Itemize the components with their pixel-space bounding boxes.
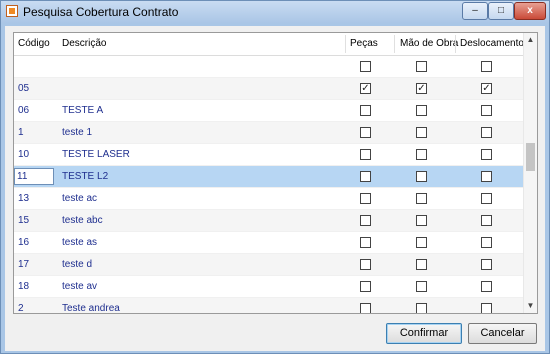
deslocamento-checkbox[interactable] — [481, 127, 492, 138]
cell-descricao: TESTE LASER — [62, 149, 130, 160]
deslocamento-checkbox[interactable] — [481, 171, 492, 182]
pecas-checkbox[interactable] — [360, 237, 371, 248]
cell-descricao: teste av — [62, 281, 98, 292]
pecas-checkbox[interactable] — [360, 61, 371, 72]
column-separator[interactable] — [345, 35, 346, 53]
deslocamento-checkbox[interactable] — [481, 193, 492, 204]
coverage-grid[interactable]: Código Descrição Peças Mão de Obra Deslo… — [13, 32, 538, 314]
dialog-client-area: Código Descrição Peças Mão de Obra Deslo… — [5, 26, 545, 351]
cell-codigo: 16 — [18, 237, 30, 248]
mao-de-obra-checkbox[interactable] — [416, 193, 427, 204]
mao-de-obra-checkbox[interactable]: ✓ — [416, 83, 427, 94]
cell-descricao: TESTE L2 — [62, 171, 109, 182]
table-row[interactable]: 2 Teste andrea — [14, 298, 524, 314]
scrollbar-thumb[interactable] — [526, 143, 535, 171]
table-row[interactable]: 05 ✓ ✓ ✓ — [14, 78, 524, 100]
column-header-descricao[interactable]: Descrição — [62, 38, 106, 49]
table-row[interactable]: 06 TESTE A — [14, 100, 524, 122]
table-row[interactable]: 16 teste as — [14, 232, 524, 254]
column-header-mao-de-obra[interactable]: Mão de Obra — [400, 38, 458, 49]
cell-codigo: 06 — [18, 105, 30, 116]
cell-codigo: 05 — [18, 83, 30, 94]
pecas-checkbox[interactable] — [360, 281, 371, 292]
pecas-checkbox[interactable] — [360, 259, 371, 270]
mao-de-obra-checkbox[interactable] — [416, 127, 427, 138]
deslocamento-checkbox[interactable] — [481, 237, 492, 248]
mao-de-obra-checkbox[interactable] — [416, 105, 427, 116]
table-row[interactable]: 1 teste 1 — [14, 122, 524, 144]
cell-codigo: 13 — [18, 193, 30, 204]
pecas-checkbox[interactable] — [360, 105, 371, 116]
scroll-down-icon[interactable]: ▼ — [524, 299, 537, 313]
vertical-scrollbar[interactable]: ▲ ▼ — [523, 33, 537, 313]
column-separator[interactable] — [455, 35, 456, 53]
cell-codigo: 1 — [18, 127, 24, 138]
deslocamento-checkbox[interactable] — [481, 105, 492, 116]
cell-codigo: 10 — [18, 149, 30, 160]
pecas-checkbox[interactable] — [360, 171, 371, 182]
minimize-button[interactable]: – — [462, 2, 488, 20]
deslocamento-checkbox[interactable] — [481, 149, 492, 160]
grid-rows: 05 ✓ ✓ ✓ 06 TESTE A 1 teste 1 10 TESTE LASER 11 TES… — [14, 56, 524, 314]
cell-codigo[interactable]: 11 — [14, 168, 54, 185]
column-header-deslocamento[interactable]: Deslocamento — [460, 38, 524, 49]
cell-descricao: TESTE A — [62, 105, 104, 116]
table-row[interactable]: 15 teste abc — [14, 210, 524, 232]
mao-de-obra-checkbox[interactable] — [416, 303, 427, 313]
mao-de-obra-checkbox[interactable] — [416, 149, 427, 160]
column-header-pecas[interactable]: Peças — [350, 38, 378, 49]
cell-descricao: teste d — [62, 259, 93, 270]
cell-codigo: 2 — [18, 303, 24, 314]
table-row[interactable]: 10 TESTE LASER — [14, 144, 524, 166]
scroll-up-icon[interactable]: ▲ — [524, 33, 537, 47]
cancel-button[interactable]: Cancelar — [468, 323, 537, 344]
pecas-checkbox[interactable] — [360, 303, 371, 313]
cell-codigo: 17 — [18, 259, 30, 270]
window-title: Pesquisa Cobertura Contrato — [23, 5, 179, 19]
title-bar[interactable]: Pesquisa Cobertura Contrato – □ x — [1, 1, 549, 23]
cell-codigo: 15 — [18, 215, 30, 226]
table-row[interactable]: 13 teste ac — [14, 188, 524, 210]
table-row[interactable]: 18 teste av — [14, 276, 524, 298]
table-row[interactable]: 11 TESTE L2 — [14, 166, 524, 188]
column-header-codigo[interactable]: Código — [18, 38, 50, 49]
confirm-button[interactable]: Confirmar — [386, 323, 462, 344]
cell-descricao: teste abc — [62, 215, 103, 226]
pecas-checkbox[interactable] — [360, 127, 371, 138]
deslocamento-checkbox[interactable] — [481, 303, 492, 313]
cell-descricao: teste ac — [62, 193, 98, 204]
dialog-window: Pesquisa Cobertura Contrato – □ x Código… — [0, 0, 550, 354]
cell-descricao: teste 1 — [62, 127, 93, 138]
mao-de-obra-checkbox[interactable] — [416, 237, 427, 248]
mao-de-obra-checkbox[interactable] — [416, 61, 427, 72]
maximize-button[interactable]: □ — [488, 2, 514, 20]
mao-de-obra-checkbox[interactable] — [416, 259, 427, 270]
close-button[interactable]: x — [514, 2, 546, 20]
deslocamento-checkbox[interactable] — [481, 281, 492, 292]
pecas-checkbox[interactable] — [360, 215, 371, 226]
grid-header: Código Descrição Peças Mão de Obra Deslo… — [14, 33, 524, 56]
cell-descricao: teste as — [62, 237, 98, 248]
table-row[interactable]: 17 teste d — [14, 254, 524, 276]
deslocamento-checkbox[interactable] — [481, 215, 492, 226]
app-icon — [6, 5, 18, 17]
deslocamento-checkbox[interactable] — [481, 61, 492, 72]
mao-de-obra-checkbox[interactable] — [416, 171, 427, 182]
mao-de-obra-checkbox[interactable] — [416, 281, 427, 292]
pecas-checkbox[interactable] — [360, 193, 371, 204]
table-row[interactable] — [14, 56, 524, 78]
column-separator[interactable] — [394, 35, 395, 53]
mao-de-obra-checkbox[interactable] — [416, 215, 427, 226]
deslocamento-checkbox[interactable] — [481, 259, 492, 270]
pecas-checkbox[interactable]: ✓ — [360, 83, 371, 94]
cell-codigo: 18 — [18, 281, 30, 292]
deslocamento-checkbox[interactable]: ✓ — [481, 83, 492, 94]
cell-descricao: Teste andrea — [62, 303, 120, 314]
pecas-checkbox[interactable] — [360, 149, 371, 160]
